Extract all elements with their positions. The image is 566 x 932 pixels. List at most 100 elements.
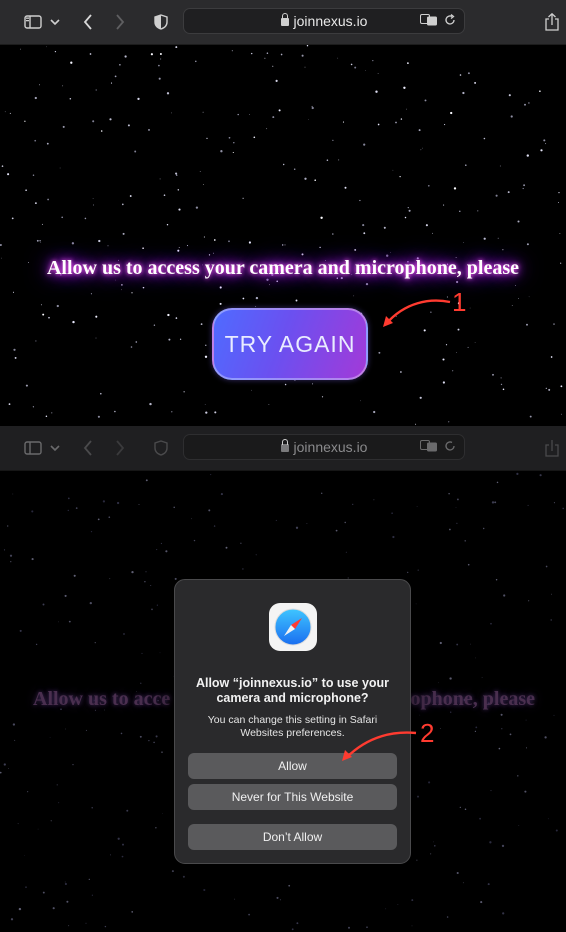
sidebar-toggle-icon[interactable] [20,426,46,470]
star [528,102,530,104]
browser-toolbar-top: joinnexus.io [0,0,566,45]
star [32,174,35,176]
star [155,735,158,738]
star [442,358,445,361]
star [35,643,38,646]
forward-icon[interactable] [110,0,130,44]
star [528,296,530,298]
star [88,878,90,881]
star [555,829,558,832]
star [232,151,234,154]
star [432,232,433,234]
star [469,307,471,309]
star [255,296,259,300]
star [408,209,411,212]
share-icon[interactable] [540,0,564,44]
star [213,239,216,241]
share-icon[interactable] [540,426,564,470]
star [540,149,543,152]
forward-icon[interactable] [110,426,130,470]
star [178,208,181,211]
dont-allow-button[interactable]: Don’t Allow [188,824,397,850]
star [12,723,16,726]
star [25,886,27,888]
star [159,53,162,55]
star [483,527,485,530]
back-icon[interactable] [78,426,98,470]
star [266,128,268,130]
address-bar[interactable]: joinnexus.io [183,8,465,34]
star [417,795,419,798]
star [34,202,37,205]
star [470,643,472,645]
star [116,501,120,505]
star [559,233,561,234]
star [529,415,532,418]
star [120,732,123,735]
star [58,621,59,623]
star [158,77,161,80]
translate-icon[interactable] [420,13,438,31]
star [161,751,163,753]
star [543,139,546,142]
translate-icon[interactable] [420,439,438,457]
star [195,60,197,63]
star [7,173,10,176]
browser-toolbar-bottom: joinnexus.io [0,426,566,471]
star [550,619,552,621]
try-again-button[interactable]: TRY AGAIN [212,308,368,380]
star [139,735,142,738]
privacy-shield-icon[interactable] [150,0,172,44]
sidebar-toggle-icon[interactable] [20,0,46,44]
star [114,75,117,78]
star [145,479,148,482]
star [278,109,281,112]
star [500,377,502,379]
star [475,657,476,659]
star [400,118,403,120]
star [142,286,145,289]
chevron-down-icon[interactable] [48,426,62,470]
star [3,763,6,766]
star [250,52,253,55]
star [107,245,109,247]
star [407,206,409,209]
address-bar[interactable]: joinnexus.io [183,434,465,460]
star [204,355,208,358]
back-icon[interactable] [78,0,98,44]
star [39,84,40,86]
star [507,191,510,194]
star [175,174,178,176]
permission-headline-dimmed-right: rophone, please [402,688,535,710]
star [360,400,361,402]
chevron-down-icon[interactable] [48,0,62,44]
star [186,245,189,247]
star [282,163,285,166]
star [9,554,13,557]
star [524,790,527,793]
reload-icon[interactable] [444,439,456,457]
star [242,297,245,300]
star [97,415,100,418]
star [517,220,520,223]
star [219,302,222,305]
star [72,320,75,324]
star [427,184,430,187]
star [526,243,529,246]
star [65,728,66,730]
star [501,844,505,848]
star [109,578,111,580]
star [304,66,306,68]
star [264,57,266,59]
privacy-shield-icon[interactable] [150,426,172,470]
star [89,53,92,55]
star [92,120,95,123]
reload-icon[interactable] [444,13,456,31]
star [131,292,133,294]
never-for-this-website-button[interactable]: Never for This Website [188,784,397,810]
star [417,569,419,571]
star [275,79,278,82]
star [8,403,11,405]
star [219,286,222,289]
star [419,714,421,716]
